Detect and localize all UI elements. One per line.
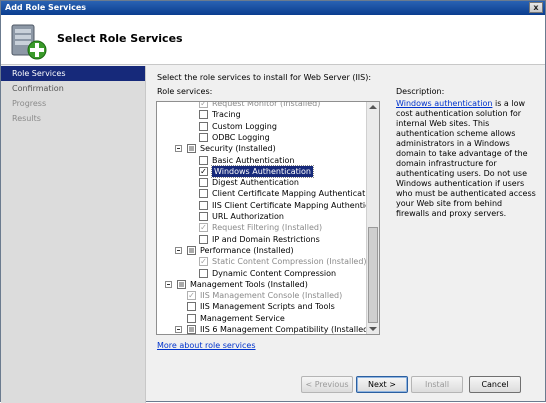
tree-item[interactable]: ✓ Windows Authentication [157,164,367,178]
close-button[interactable]: x [529,2,543,13]
tree-item-label: Request Filtering (Installed) [212,223,323,233]
sidebar-item-progress: Progress [12,99,47,108]
tree-item-label: Custom Logging [212,121,277,131]
tree-item[interactable]: IP and Domain Restrictions [157,234,367,245]
collapse-icon[interactable] [165,280,172,288]
checkbox[interactable] [199,268,208,278]
tree-item[interactable]: ✓ Static Content Compression (Installed) [157,256,367,267]
cancel-button[interactable]: Cancel [469,376,521,393]
scroll-down-icon[interactable] [369,327,377,331]
next-button[interactable]: Next > [356,376,408,393]
tree-item-label: Basic Authentication [212,155,295,165]
tree-item[interactable]: Client Certificate Mapping Authenticatio… [157,188,377,199]
sidebar-item-role-services[interactable]: Role Services [1,66,145,81]
tree-item-label: Tracing [212,110,241,120]
window-title: Add Role Services [5,3,87,12]
collapse-icon[interactable] [175,145,182,153]
tree-item[interactable]: IIS Management Scripts and Tools [157,301,367,312]
checkbox[interactable] [199,189,208,199]
checkbox[interactable]: ✓ [199,166,208,176]
instruction-text: Select the role services to install for … [157,73,372,82]
tree-item[interactable]: IIS Client Certificate Mapping Authentic… [157,200,379,211]
wizard-button-bar: < Previous Next > Install Cancel [146,371,545,401]
checkbox[interactable] [187,302,196,312]
tree-item[interactable]: Management Tools (Installed) [157,279,367,290]
wizard-header: Select Role Services [1,15,545,65]
install-button[interactable]: Install [411,376,463,393]
tree-item[interactable]: Dynamic Content Compression [157,268,367,279]
tree-item[interactable]: URL Authorization [157,211,367,222]
sidebar-item-confirmation[interactable]: Confirmation [1,81,145,96]
description-heading: Description: [396,87,445,96]
checkbox: ✓ [187,291,196,301]
tree-item-label: IIS Management Scripts and Tools [200,302,335,312]
checkbox[interactable] [199,110,208,120]
tree-item-label: Management Service [200,313,285,323]
tree-item-label: Security (Installed) [200,144,276,154]
tree-item-label: Windows Authentication [211,164,314,178]
tree-item-label: Management Tools (Installed) [190,279,308,289]
more-about-role-services-link[interactable]: More about role services [157,341,256,350]
checkbox[interactable] [187,245,196,255]
description-text: Windows authentication is a low cost aut… [396,99,536,219]
checkbox: ✓ [199,257,208,267]
collapse-icon[interactable] [175,326,182,333]
scroll-up-icon[interactable] [369,105,377,109]
checkbox: ✓ [199,101,208,108]
tree-item-label: IIS Client Certificate Mapping Authentic… [212,200,380,210]
server-add-icon [8,21,48,63]
main-content: Select the role services to install for … [146,66,545,371]
tree-item-label: Request Monitor (Installed) [212,101,321,108]
role-services-label: Role services: [157,87,213,96]
tree-item-label: IP and Domain Restrictions [212,234,320,244]
windows-authentication-link[interactable]: Windows authentication [396,99,492,108]
tree-scrollbar[interactable] [366,102,379,334]
tree-item[interactable]: Custom Logging [157,121,367,132]
tree-item[interactable]: Security (Installed) [157,143,367,154]
collapse-icon[interactable] [175,246,182,254]
tree-item[interactable]: Tracing [157,109,367,120]
scrollbar-thumb[interactable] [368,227,378,323]
checkbox[interactable] [177,279,186,289]
previous-button[interactable]: < Previous [301,376,353,393]
checkbox[interactable] [199,155,208,165]
tree-item[interactable]: Management Service [157,313,367,324]
page-title: Select Role Services [57,32,183,45]
checkbox[interactable] [199,212,208,221]
tree-item-label: IIS Management Console (Installed) [200,291,343,301]
tree-item[interactable]: Digest Authentication [157,177,367,188]
tree-item[interactable]: ✓ Request Filtering (Installed) [157,222,367,233]
checkbox[interactable] [199,178,208,188]
tree-item[interactable]: Basic Authentication [157,155,367,166]
tree-item-label: ODBC Logging [212,132,270,142]
tree-item-label: Performance (Installed) [200,245,294,255]
checkbox: ✓ [199,223,208,233]
tree-item-label: URL Authorization [212,212,284,221]
checkbox[interactable] [199,121,208,131]
title-bar: Add Role Services x [1,1,545,15]
tree-item[interactable]: ✓ Request Monitor (Installed) [157,101,367,109]
checkbox[interactable] [187,325,196,334]
tree-item-label: Client Certificate Mapping Authenticatio… [212,189,378,199]
sidebar-item-results: Results [12,114,41,123]
tree-item-label: Static Content Compression (Installed) [212,257,367,267]
tree-item-label: IIS 6 Management Compatibility (Installe… [200,325,372,334]
role-services-tree[interactable]: ✓ Request Monitor (Installed) Tracing Custo… [156,101,380,335]
tree-item[interactable]: ✓ IIS Management Console (Installed) [157,290,367,301]
tree-item-label: Digest Authentication [212,178,299,188]
checkbox[interactable] [199,234,208,244]
add-role-services-dialog: Add Role Services x Select Role Services… [0,0,546,403]
tree-item-label: Dynamic Content Compression [212,268,337,278]
tree-item[interactable]: ODBC Logging [157,132,367,143]
wizard-steps-sidebar: Role Services Confirmation Progress Resu… [1,66,146,403]
description-body: is a low cost authentication solution fo… [396,99,536,218]
checkbox[interactable] [187,313,196,323]
checkbox[interactable] [187,144,196,154]
checkbox[interactable] [199,200,208,210]
checkbox[interactable] [199,132,208,142]
tree-item[interactable]: IIS 6 Management Compatibility (Installe… [157,324,371,334]
tree-item[interactable]: Performance (Installed) [157,245,367,256]
